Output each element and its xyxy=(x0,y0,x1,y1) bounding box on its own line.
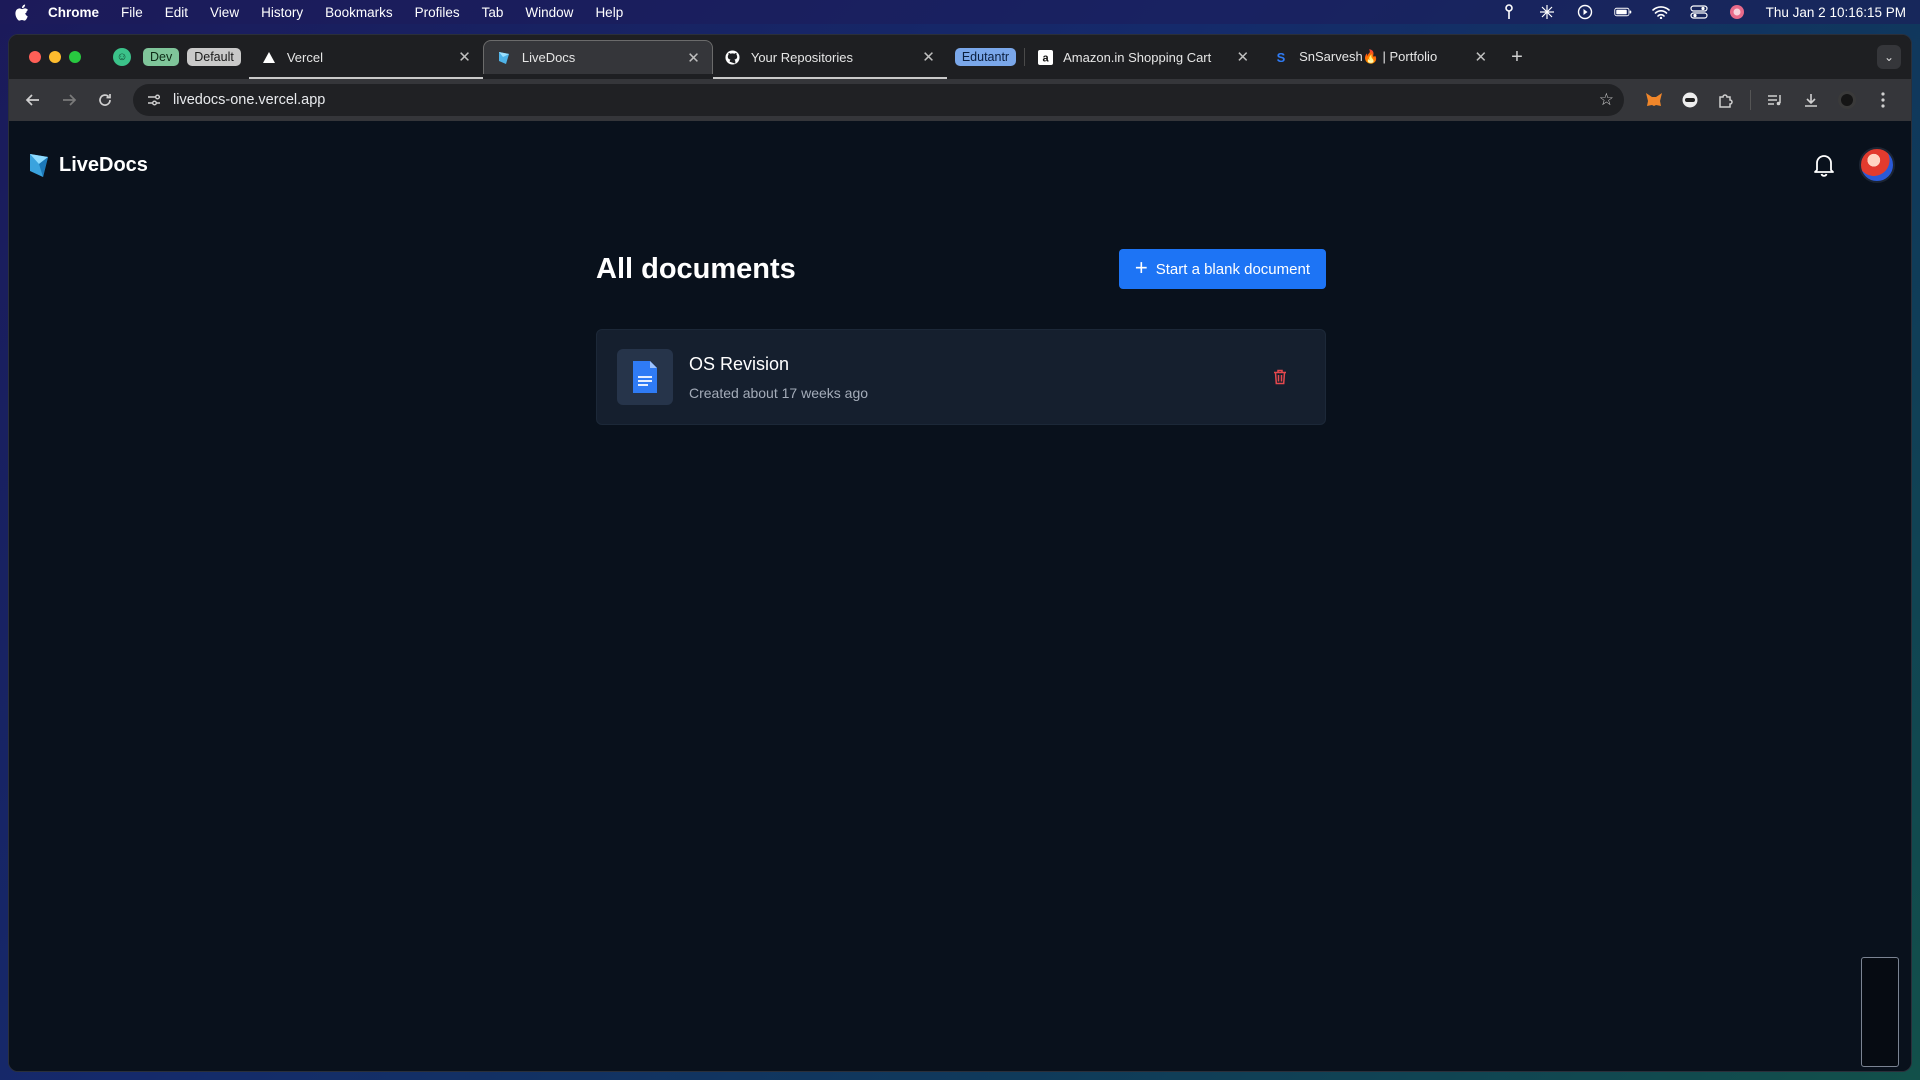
key-icon[interactable] xyxy=(1500,4,1518,20)
document-created-time: Created about 17 weeks ago xyxy=(689,384,869,401)
menu-history[interactable]: History xyxy=(261,5,303,20)
start-blank-document-button[interactable]: + Start a blank document xyxy=(1118,249,1326,289)
media-control-icon[interactable] xyxy=(1761,86,1789,114)
start-blank-document-label: Start a blank document xyxy=(1155,260,1310,278)
s-logo-icon: S xyxy=(1273,49,1289,65)
tab-search-chevron-icon[interactable]: ⌄ xyxy=(1877,45,1901,69)
tab-livedocs[interactable]: LiveDocs ✕ xyxy=(482,40,713,74)
download-icon[interactable] xyxy=(1797,86,1825,114)
document-title[interactable]: OS Revision xyxy=(689,354,1269,375)
close-tab-icon[interactable]: ✕ xyxy=(1237,48,1250,66)
documents-header: All documents + Start a blank document xyxy=(596,249,1326,289)
tab-group-default[interactable]: Default xyxy=(187,48,241,66)
vercel-triangle-icon xyxy=(261,49,277,65)
browser-toolbar: livedocs-one.vercel.app ☆ xyxy=(9,79,1911,121)
page-title: All documents xyxy=(596,252,796,285)
new-tab-icon[interactable]: + xyxy=(1511,46,1523,69)
livedocs-app: LiveDocs All documents + Start a blank d… xyxy=(9,121,1911,1071)
document-file-icon xyxy=(617,349,673,405)
status-icons: Thu Jan 2 10:16:15 PM xyxy=(1500,4,1906,20)
window-controls xyxy=(9,51,101,63)
close-tab-icon[interactable]: ✕ xyxy=(458,48,471,66)
notification-bell-icon[interactable] xyxy=(1811,152,1837,178)
address-bar[interactable]: livedocs-one.vercel.app ☆ xyxy=(133,84,1624,116)
tab-title: Your Repositories xyxy=(750,49,853,65)
tab-title: Amazon.in Shopping Cart xyxy=(1063,49,1212,65)
tab-portfolio[interactable]: S SnSarvesh🔥 | Portfolio ✕ xyxy=(1261,40,1499,74)
sparkle-icon[interactable] xyxy=(1538,4,1556,20)
minimize-window-button[interactable] xyxy=(49,51,61,63)
brand-name: LiveDocs xyxy=(59,153,148,176)
profile-icon[interactable]: ☺ xyxy=(113,48,131,66)
github-icon xyxy=(725,49,741,65)
menubar-clock[interactable]: Thu Jan 2 10:16:15 PM xyxy=(1766,5,1906,20)
profile-avatar-icon[interactable] xyxy=(1833,86,1861,114)
browser-window: ☺ Dev Default Vercel ✕ LiveDocs ✕ Your R… xyxy=(8,34,1912,1072)
menu-view[interactable]: View xyxy=(210,5,239,20)
livedocs-logo[interactable]: LiveDocs xyxy=(27,151,148,179)
url-text[interactable]: livedocs-one.vercel.app xyxy=(173,92,1599,108)
kebab-menu-icon[interactable] xyxy=(1869,86,1897,114)
close-tab-icon[interactable]: ✕ xyxy=(1475,48,1488,66)
toolbar-separator xyxy=(1750,90,1751,110)
app-header: LiveDocs xyxy=(9,121,1911,209)
plus-icon: + xyxy=(1134,255,1148,280)
tab-strip: ☺ Dev Default Vercel ✕ LiveDocs ✕ Your R… xyxy=(9,35,1911,79)
menu-app-name[interactable]: Chrome xyxy=(48,5,99,20)
siri-icon[interactable] xyxy=(1728,4,1746,20)
document-list-item[interactable]: OS Revision Created about 17 weeks ago xyxy=(596,329,1326,425)
close-tab-icon[interactable]: ✕ xyxy=(687,49,700,67)
document-info: OS Revision Created about 17 weeks ago xyxy=(689,354,1269,401)
tab-title: LiveDocs xyxy=(521,50,576,65)
tab-github[interactable]: Your Repositories ✕ xyxy=(712,40,947,79)
control-center-icon[interactable] xyxy=(1690,4,1708,20)
menu-help[interactable]: Help xyxy=(595,5,623,20)
metamask-icon[interactable] xyxy=(1640,86,1668,114)
menu-profiles[interactable]: Profiles xyxy=(415,5,460,20)
user-avatar[interactable] xyxy=(1859,147,1895,183)
close-window-button[interactable] xyxy=(29,51,41,63)
menu-edit[interactable]: Edit xyxy=(165,5,188,20)
zoom-window-button[interactable] xyxy=(69,51,81,63)
amazon-icon: a xyxy=(1037,49,1053,65)
menu-tab[interactable]: Tab xyxy=(482,5,504,20)
menu-file[interactable]: File xyxy=(121,5,143,20)
back-arrow-icon[interactable] xyxy=(19,86,47,114)
delete-trash-icon[interactable] xyxy=(1269,366,1291,388)
tab-group-edutantr[interactable]: Edutantr xyxy=(954,48,1017,66)
reload-icon[interactable] xyxy=(91,86,119,114)
menu-window[interactable]: Window xyxy=(525,5,573,20)
tab-vercel[interactable]: Vercel ✕ xyxy=(248,40,483,79)
tab-title: SnSarvesh🔥 | Portfolio xyxy=(1299,49,1438,64)
close-tab-icon[interactable]: ✕ xyxy=(922,48,935,66)
forward-arrow-icon[interactable] xyxy=(55,86,83,114)
floating-panel[interactable] xyxy=(1861,957,1899,1067)
puzzle-extensions-icon[interactable] xyxy=(1712,86,1740,114)
tab-group-dev[interactable]: Dev xyxy=(143,48,180,66)
site-settings-icon[interactable] xyxy=(143,89,165,111)
battery-icon[interactable] xyxy=(1613,4,1632,20)
play-circle-icon[interactable] xyxy=(1576,4,1594,20)
apple-icon[interactable] xyxy=(14,4,30,21)
svg-text:S: S xyxy=(1277,50,1286,64)
tab-amazon[interactable]: a Amazon.in Shopping Cart ✕ xyxy=(1025,40,1261,74)
header-actions xyxy=(1811,147,1895,183)
documents-section: All documents + Start a blank document O… xyxy=(596,249,1326,425)
svg-text:a: a xyxy=(1042,52,1049,64)
wifi-icon[interactable] xyxy=(1651,4,1670,20)
macos-menubar: Chrome File Edit View History Bookmarks … xyxy=(0,0,1920,24)
livedocs-logo-icon xyxy=(27,151,53,179)
menu-bookmarks[interactable]: Bookmarks xyxy=(325,5,393,20)
tab-title: Vercel xyxy=(286,49,323,65)
livedocs-icon xyxy=(496,50,512,66)
bookmark-star-icon[interactable]: ☆ xyxy=(1599,90,1614,110)
extension-mask-icon[interactable] xyxy=(1676,86,1704,114)
